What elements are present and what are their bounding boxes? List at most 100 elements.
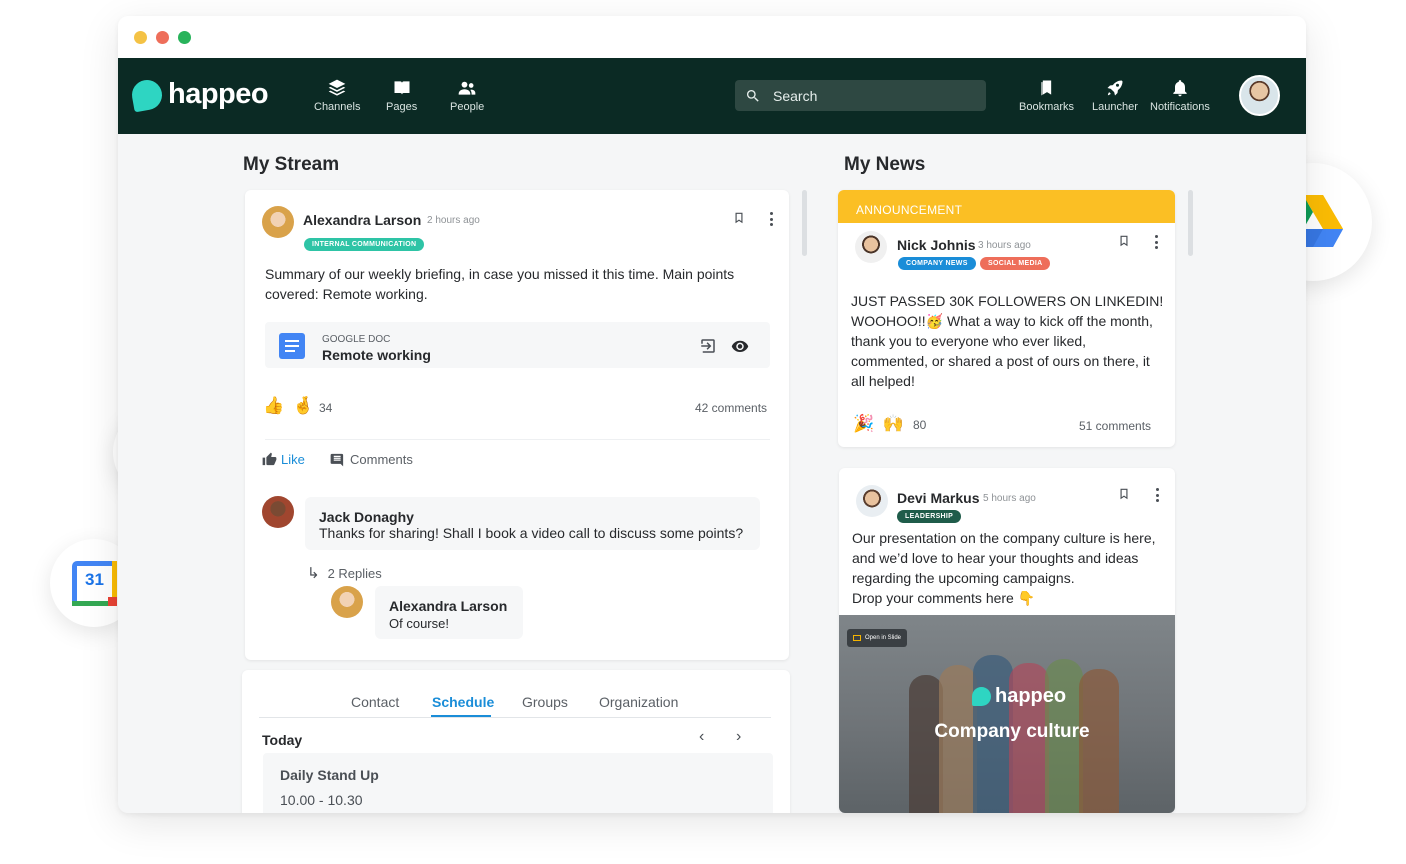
happeo-logo[interactable]: happeo [129,77,269,112]
comment-author[interactable]: Jack Donaghy [319,509,414,525]
profile-schedule-card: Contact Schedule Groups Organization Tod… [242,670,790,813]
bookmark-icon[interactable] [732,210,746,226]
nav-bookmarks-label: Bookmarks [1019,101,1075,113]
reaction-count: 34 [319,401,333,415]
book-icon [394,81,410,95]
comment-bubble: Jack Donaghy Thanks for sharing! Shall I… [305,497,760,550]
calendar-day-number: 31 [85,570,104,589]
google-calendar-icon: 31 [72,561,117,606]
announcement-author[interactable]: Nick Johnis [897,237,976,253]
avatar[interactable] [262,496,294,528]
avatar[interactable] [262,206,294,238]
user-avatar[interactable] [1239,75,1280,116]
reply-arrow-icon: ↳ [307,565,320,582]
nav-notifications[interactable]: Notifications [1150,78,1210,113]
tag-social-media[interactable]: SOCIAL MEDIA [980,257,1051,270]
layers-icon [328,79,346,96]
like-button[interactable]: Like [262,452,305,467]
avatar[interactable] [856,485,888,517]
comments-button[interactable]: Comments [330,452,413,467]
post-text: Summary of our weekly briefing, in case … [265,266,735,302]
post-menu-icon[interactable] [1154,235,1158,249]
replies-toggle[interactable]: ↳ 2 Replies [307,564,382,582]
image-logo-text: happeo [995,685,1067,707]
app-window: happeo Channels Pages People Search Book… [118,16,1306,813]
bell-icon [1173,80,1187,97]
bookmarks-icon [1040,80,1051,96]
stream-post-card: Alexandra Larson 2 hours ago INTERNAL CO… [245,190,789,660]
comments-count[interactable]: 42 comments [695,401,767,415]
reply-text: Of course! [389,616,449,631]
google-doc-icon [279,333,305,359]
tag-company-news[interactable]: COMPANY NEWS [898,257,976,270]
post-menu-icon[interactable] [1155,488,1159,502]
tag-leadership[interactable]: LEADERSHIP [897,510,962,523]
tab-schedule[interactable]: Schedule [432,694,494,710]
attachment-card[interactable]: GOOGLE DOC Remote working [265,322,770,368]
people-icon [458,81,476,95]
tab-organization[interactable]: Organization [599,694,678,710]
maximize-dot[interactable] [178,31,191,44]
search-input[interactable]: Search [735,80,986,111]
search-placeholder: Search [773,87,818,104]
post-author[interactable]: Devi Markus [897,490,979,506]
close-dot[interactable] [156,31,169,44]
nav-channels[interactable]: Channels [314,78,360,113]
nav-launcher[interactable]: Launcher [1092,78,1138,113]
my-news-title: My News [844,154,926,175]
stream-scrollbar[interactable] [802,190,807,256]
reply-author[interactable]: Alexandra Larson [389,598,507,614]
like-label: Like [281,452,305,467]
prev-day-icon[interactable]: ‹ [699,728,704,746]
replies-label: 2 Replies [327,565,382,581]
tab-groups[interactable]: Groups [522,694,568,710]
post-menu-icon[interactable] [769,212,773,226]
presentation-image[interactable]: Open in Slide happeo Company culture [839,615,1175,813]
tag-internal-communication[interactable]: INTERNAL COMMUNICATION [304,238,425,251]
nav-notifications-label: Notifications [1150,101,1210,113]
open-in-slide-label: Open in Slide [865,635,902,641]
nav-people[interactable]: People [450,78,484,113]
next-day-icon[interactable]: › [736,728,741,746]
comment-icon [330,453,344,467]
attachment-type: GOOGLE DOC [322,334,391,345]
happeo-logo-mark [129,77,165,112]
post-time: 2 hours ago [427,215,480,226]
nav-pages[interactable]: Pages [386,78,417,113]
reply-bubble: Alexandra Larson Of course! [375,586,523,639]
news-scrollbar[interactable] [1188,190,1193,256]
top-navigation: happeo Channels Pages People Search Book… [118,58,1306,134]
minimize-dot[interactable] [134,31,147,44]
reaction-emojis[interactable]: 🎉 🙌 [853,414,906,434]
tabs-divider [259,717,771,718]
tab-contact[interactable]: Contact [351,694,399,710]
announcement-banner: ANNOUNCEMENT [838,190,1175,223]
preview-eye-icon[interactable] [731,337,749,355]
image-caption: Company culture [934,721,1090,742]
comments-label: Comments [350,452,413,467]
search-icon [747,89,759,102]
nav-channels-label: Channels [314,101,361,113]
announcement-label: ANNOUNCEMENT [856,203,963,217]
avatar[interactable] [331,586,363,618]
avatar[interactable] [855,231,887,263]
post-author[interactable]: Alexandra Larson [303,212,421,228]
comments-count[interactable]: 51 comments [1079,419,1151,433]
title-bar [118,16,1306,58]
schedule-event[interactable]: Daily Stand Up 10.00 - 10.30 [263,753,773,813]
rocket-icon [1107,80,1123,96]
nav-bookmarks[interactable]: Bookmarks [1019,78,1074,113]
announcement-card: ANNOUNCEMENT Nick Johnis 3 hours ago COM… [838,190,1175,447]
open-external-icon[interactable] [699,337,717,355]
open-in-slide-badge[interactable]: Open in Slide [847,629,908,647]
bookmark-icon[interactable] [1117,486,1131,502]
post-text: Our presentation on the company culture … [852,530,1156,606]
announcement-time: 3 hours ago [978,240,1031,251]
announcement-text: JUST PASSED 30K FOLLOWERS ON LINKEDIN! W… [851,293,1164,389]
comment-text: Thanks for sharing! Shall I book a video… [319,525,744,541]
reaction-emojis[interactable]: 👍 🤞 [263,396,316,416]
logo-text: happeo [168,78,269,110]
news-post-card: Devi Markus 5 hours ago LEADERSHIP Our p… [839,468,1175,813]
bookmark-icon[interactable] [1117,233,1131,249]
reaction-count: 80 [913,418,927,432]
